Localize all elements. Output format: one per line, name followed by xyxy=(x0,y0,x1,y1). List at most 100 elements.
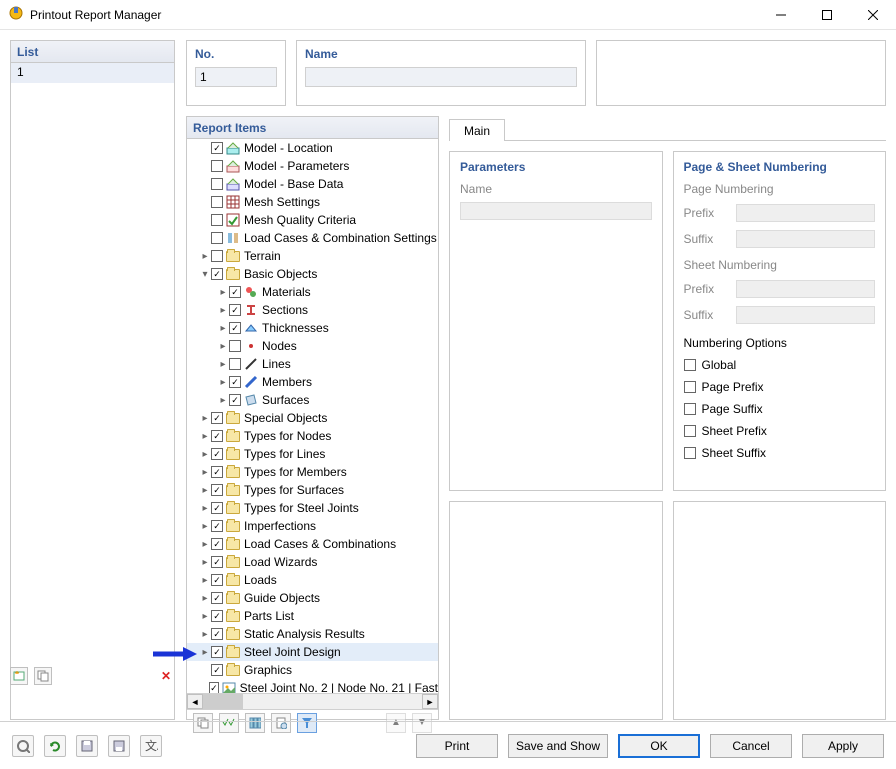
tree-checkbox[interactable]: ✓ xyxy=(229,394,241,406)
expand-icon[interactable]: ▸ xyxy=(199,521,211,532)
scroll-right-icon[interactable]: ► xyxy=(422,694,438,709)
footer-help-icon[interactable] xyxy=(12,735,34,757)
tree-item[interactable]: ▸✓Loads xyxy=(187,571,438,589)
tree-item[interactable]: ▸✓Parts List xyxy=(187,607,438,625)
tree-checkbox[interactable]: ✓ xyxy=(211,592,223,604)
tree-item[interactable]: ▸Lines xyxy=(187,355,438,373)
tree-item[interactable]: ▸✓Materials xyxy=(187,283,438,301)
tree-checkbox[interactable] xyxy=(211,232,223,244)
expand-icon[interactable]: ▸ xyxy=(199,431,211,442)
tree-item[interactable]: ▸✓Types for Steel Joints xyxy=(187,499,438,517)
no-input[interactable]: 1 xyxy=(195,67,277,87)
tree-item[interactable]: Mesh Quality Criteria xyxy=(187,211,438,229)
delete-report-icon[interactable]: ✕ xyxy=(157,667,175,685)
tree-item[interactable]: ▸Terrain xyxy=(187,247,438,265)
tree-checkbox[interactable]: ✓ xyxy=(211,538,223,550)
param-name-input[interactable] xyxy=(460,202,652,220)
expand-icon[interactable]: ▸ xyxy=(199,593,211,604)
tree-checkbox[interactable]: ✓ xyxy=(211,646,223,658)
tree-checkbox[interactable]: ✓ xyxy=(229,376,241,388)
expand-icon[interactable]: ▸ xyxy=(199,647,211,658)
tree-checkbox[interactable] xyxy=(229,340,241,352)
save-show-button[interactable]: Save and Show xyxy=(508,734,608,758)
tree-item[interactable]: ▸✓Static Analysis Results xyxy=(187,625,438,643)
tree-checkbox[interactable]: ✓ xyxy=(211,502,223,514)
expand-icon[interactable]: ▸ xyxy=(217,341,229,352)
tree-checkbox[interactable] xyxy=(211,160,223,172)
cancel-button[interactable]: Cancel xyxy=(710,734,792,758)
tree-checkbox[interactable]: ✓ xyxy=(211,142,223,154)
page-suffix-input[interactable] xyxy=(736,230,876,248)
tree-checkbox[interactable] xyxy=(211,250,223,262)
tree-checkbox[interactable]: ✓ xyxy=(211,430,223,442)
expand-icon[interactable]: ▸ xyxy=(217,359,229,370)
minimize-button[interactable] xyxy=(758,0,804,30)
tree-item[interactable]: ▸✓Types for Lines xyxy=(187,445,438,463)
tree-item[interactable]: Load Cases & Combination Settings xyxy=(187,229,438,247)
tree-checkbox[interactable]: ✓ xyxy=(211,574,223,586)
numbering-checkbox[interactable] xyxy=(684,403,696,415)
tree-checkbox[interactable]: ✓ xyxy=(211,412,223,424)
tree-item[interactable]: Mesh Settings xyxy=(187,193,438,211)
name-input[interactable] xyxy=(305,67,577,87)
sheet-prefix-input[interactable] xyxy=(736,280,876,298)
tree-item[interactable]: ✓Model - Location xyxy=(187,139,438,157)
tree-item[interactable]: ▸✓Thicknesses xyxy=(187,319,438,337)
tab-main[interactable]: Main xyxy=(449,119,505,141)
tree-item[interactable]: ▸✓Types for Nodes xyxy=(187,427,438,445)
expand-icon[interactable]: ▸ xyxy=(199,575,211,586)
sheet-suffix-input[interactable] xyxy=(736,306,876,324)
tree-checkbox[interactable]: ✓ xyxy=(211,556,223,568)
numbering-checkbox[interactable] xyxy=(684,447,696,459)
expand-icon[interactable]: ▸ xyxy=(199,611,211,622)
footer-load-default-icon[interactable] xyxy=(108,735,130,757)
expand-icon[interactable]: ▸ xyxy=(199,539,211,550)
tree-checkbox[interactable] xyxy=(211,214,223,226)
maximize-button[interactable] xyxy=(804,0,850,30)
tree-item[interactable]: ▸✓Surfaces xyxy=(187,391,438,409)
numbering-checkbox[interactable] xyxy=(684,425,696,437)
close-button[interactable] xyxy=(850,0,896,30)
tree-item[interactable]: ▸✓Imperfections xyxy=(187,517,438,535)
expand-icon[interactable]: ▸ xyxy=(199,449,211,460)
tree-item[interactable]: ▸✓Sections xyxy=(187,301,438,319)
tree-item[interactable]: ▸✓Members xyxy=(187,373,438,391)
tree-hscroll[interactable]: ◄ ► xyxy=(187,693,438,709)
tree-checkbox[interactable]: ✓ xyxy=(211,664,223,676)
expand-icon[interactable]: ▸ xyxy=(199,413,211,424)
tree-checkbox[interactable]: ✓ xyxy=(211,268,223,280)
tree-checkbox[interactable]: ✓ xyxy=(209,682,219,693)
expand-icon[interactable]: ▸ xyxy=(199,503,211,514)
apply-button[interactable]: Apply xyxy=(802,734,884,758)
tree-item[interactable]: ▸✓Load Cases & Combinations xyxy=(187,535,438,553)
tree-checkbox[interactable]: ✓ xyxy=(211,520,223,532)
tree-checkbox[interactable]: ✓ xyxy=(229,286,241,298)
tree-checkbox[interactable]: ✓ xyxy=(211,448,223,460)
tree-item[interactable]: ▸✓Steel Joint Design xyxy=(187,643,438,661)
tree-item[interactable]: ▾✓Basic Objects xyxy=(187,265,438,283)
print-button[interactable]: Print xyxy=(416,734,498,758)
scroll-thumb[interactable] xyxy=(203,694,243,709)
tree-item[interactable]: ▸✓Types for Surfaces xyxy=(187,481,438,499)
footer-reset-icon[interactable] xyxy=(44,735,66,757)
expand-icon[interactable]: ▸ xyxy=(199,485,211,496)
expand-icon[interactable]: ▸ xyxy=(199,467,211,478)
tree-item[interactable]: ▸✓Special Objects xyxy=(187,409,438,427)
expand-icon[interactable]: ▸ xyxy=(217,395,229,406)
expand-icon[interactable]: ▸ xyxy=(199,251,211,262)
collapse-icon[interactable]: ▾ xyxy=(199,269,211,280)
list-row[interactable]: 1 xyxy=(11,63,174,83)
copy-report-icon[interactable] xyxy=(34,667,52,685)
expand-icon[interactable]: ▸ xyxy=(217,287,229,298)
tree-item[interactable]: ▸✓Guide Objects xyxy=(187,589,438,607)
expand-icon[interactable]: ▸ xyxy=(217,323,229,334)
tree-item[interactable]: Model - Parameters xyxy=(187,157,438,175)
tree-checkbox[interactable]: ✓ xyxy=(211,628,223,640)
tree-checkbox[interactable] xyxy=(211,178,223,190)
footer-save-default-icon[interactable] xyxy=(76,735,98,757)
tree-checkbox[interactable]: ✓ xyxy=(229,304,241,316)
tree-checkbox[interactable] xyxy=(211,196,223,208)
numbering-checkbox[interactable] xyxy=(684,359,696,371)
tree-item[interactable]: Model - Base Data xyxy=(187,175,438,193)
expand-icon[interactable]: ▸ xyxy=(217,305,229,316)
